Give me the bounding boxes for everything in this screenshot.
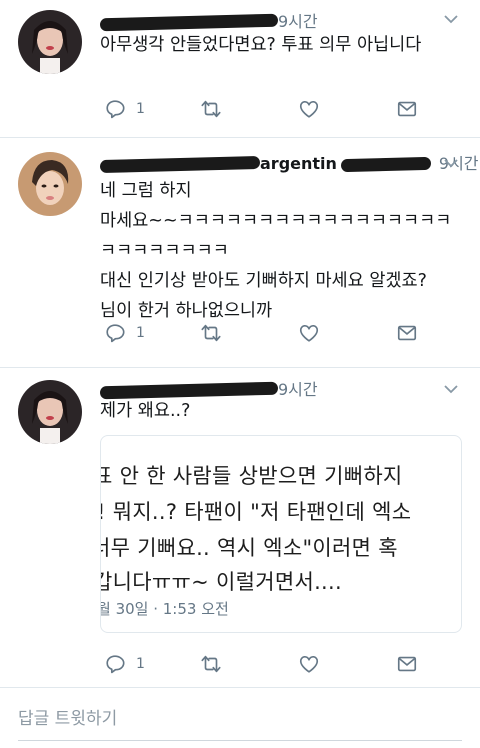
avatar[interactable] <box>18 380 82 444</box>
reply-count: 1 <box>136 325 145 341</box>
quoted-text-line: 표 안 한 사람들 상받으면 기뻐하지 <box>100 464 403 488</box>
tweet-text: 제가 왜요..? <box>100 396 190 426</box>
like-button[interactable] <box>298 97 320 121</box>
tweet-actions: 1 <box>100 321 430 345</box>
dm-button[interactable] <box>396 321 418 345</box>
chevron-down-icon[interactable] <box>442 10 460 28</box>
tweet-header: 9시간 <box>99 8 318 32</box>
retweet-icon <box>201 100 221 118</box>
tweet-text: 아무생각 안들었다면요? 투표 의무 아닙니다 <box>100 30 421 60</box>
reply-icon <box>106 324 125 343</box>
quoted-text-line: 너무 기뻐요.. 역시 엑소"이러면 혹 <box>100 536 398 560</box>
quoted-tweet-card[interactable]: 표 안 한 사람들 상받으면 기뻐하지 ! 뭐지..? 타팬이 "저 타팬인데 … <box>100 435 462 633</box>
divider <box>18 740 462 741</box>
avatar[interactable] <box>18 152 82 216</box>
reply-input[interactable]: 답글 트윗하기 <box>18 704 117 729</box>
chevron-down-icon[interactable] <box>442 154 460 172</box>
display-name[interactable]: argentin <box>260 154 337 173</box>
tweet-1[interactable]: 9시간 아무생각 안들었다면요? 투표 의무 아닙니다 1 <box>0 0 480 138</box>
reply-button[interactable]: 1 <box>104 321 145 345</box>
redacted-handle <box>340 156 432 173</box>
retweet-button[interactable] <box>200 652 222 676</box>
tweet-text-line: 네 그럼 하지 <box>100 181 192 201</box>
reply-composer: 답글 트윗하기 <box>0 688 480 748</box>
dm-button[interactable] <box>396 652 418 676</box>
tweet-header: argentin 9시간 <box>99 150 479 174</box>
heart-icon <box>299 325 319 342</box>
reply-icon <box>106 100 125 119</box>
tweet-actions: 1 <box>100 652 430 676</box>
tweet-text-line: 아무생각 안들었다면요? 투표 의무 아닙니다 <box>100 35 422 55</box>
retweet-button[interactable] <box>200 321 222 345</box>
mail-icon <box>397 101 417 117</box>
timestamp[interactable]: 9시간 <box>278 380 318 399</box>
timestamp[interactable]: 9시간 <box>278 12 318 31</box>
reply-button[interactable]: 1 <box>104 97 145 121</box>
tweet-actions: 1 <box>100 97 430 121</box>
retweet-button[interactable] <box>200 97 222 121</box>
quoted-timestamp: 월 30일 · 1:53 오전 <box>100 600 229 618</box>
like-button[interactable] <box>298 652 320 676</box>
chevron-down-icon[interactable] <box>442 380 460 398</box>
retweet-icon <box>201 655 221 673</box>
mail-icon <box>397 325 417 341</box>
retweet-icon <box>201 324 221 342</box>
reply-icon <box>106 655 125 674</box>
quoted-text-line: ! 뭐지..? 타팬이 "저 타팬인데 엑소 <box>100 500 412 524</box>
mail-icon <box>397 656 417 672</box>
heart-icon <box>299 656 319 673</box>
tweet-text-line: 대신 인기상 받아도 기뻐하지 마세요 알겠죠? <box>100 271 427 291</box>
redacted-username <box>99 155 261 174</box>
tweet-text-line: 마세요~~ㅋㅋㅋㅋㅋㅋㅋㅋㅋㅋㅋㅋㅋㅋㅋㅋㅋ <box>100 211 452 231</box>
redacted-username <box>99 13 279 32</box>
reply-count: 1 <box>136 101 145 117</box>
reply-count: 1 <box>136 656 145 672</box>
dm-button[interactable] <box>396 97 418 121</box>
tweet-text-line: ㅋㅋㅋㅋㅋㅋㅋㅋ <box>100 241 229 261</box>
heart-icon <box>299 101 319 118</box>
like-button[interactable] <box>298 321 320 345</box>
avatar[interactable] <box>18 10 82 74</box>
tweet-text-line: 제가 왜요..? <box>100 401 191 421</box>
tweet-2[interactable]: argentin 9시간 네 그럼 하지 마세요~~ㅋㅋㅋㅋㅋㅋㅋㅋㅋㅋㅋㅋㅋㅋㅋ… <box>0 138 480 368</box>
reply-button[interactable]: 1 <box>104 652 145 676</box>
tweet-text: 네 그럼 하지 마세요~~ㅋㅋㅋㅋㅋㅋㅋㅋㅋㅋㅋㅋㅋㅋㅋㅋㅋ ㅋㅋㅋㅋㅋㅋㅋㅋ … <box>100 176 451 326</box>
quoted-text-line: 갑니다ㅠㅠ~ 이럴거면서.... <box>100 570 342 594</box>
